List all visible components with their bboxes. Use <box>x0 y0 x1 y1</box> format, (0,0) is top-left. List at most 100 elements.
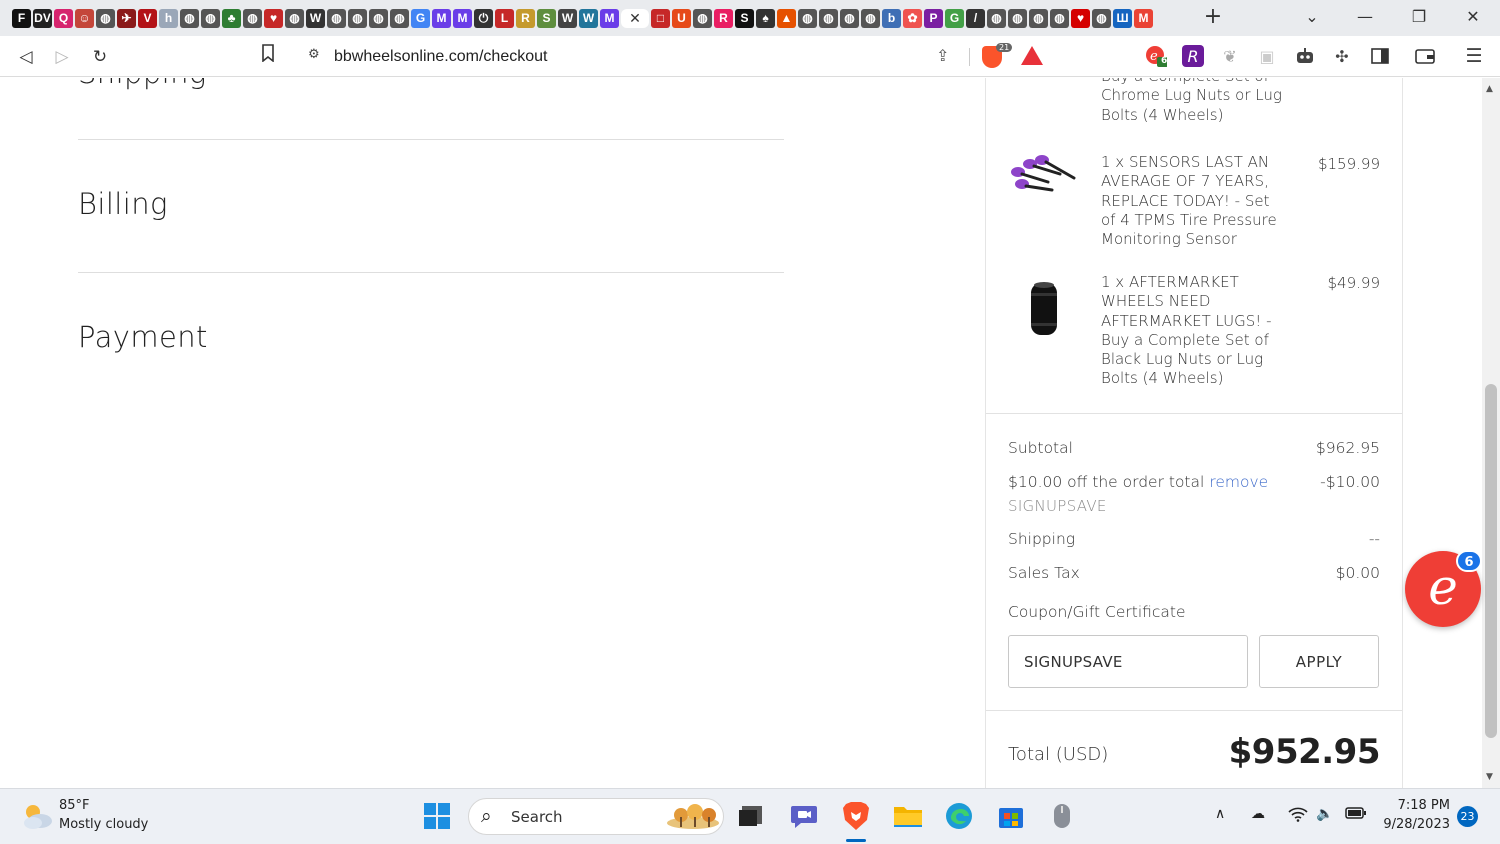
scroll-down-icon[interactable]: ▼ <box>1486 772 1493 782</box>
tab-favicon-icon[interactable]: DV <box>33 8 52 28</box>
tab-favicon-icon[interactable]: S <box>735 8 754 28</box>
tab-favicon-icon[interactable]: M <box>1134 8 1153 28</box>
tab-favicon-icon[interactable]: F <box>12 8 31 28</box>
menu-icon[interactable]: ☰ <box>1463 45 1485 67</box>
onedrive-icon[interactable]: ☁ <box>1251 806 1265 822</box>
minimize-icon[interactable]: — <box>1345 3 1385 31</box>
tab-favicon-icon[interactable]: □ <box>651 8 670 28</box>
tab-favicon-icon[interactable]: h <box>159 8 178 28</box>
tab-favicon-icon[interactable]: ◍ <box>819 8 838 28</box>
close-window-icon[interactable]: ✕ <box>1453 3 1493 31</box>
tab-favicon-icon[interactable]: b <box>882 8 901 28</box>
tab-favicon-icon[interactable]: ✈ <box>117 8 136 28</box>
tab-favicon-icon[interactable]: ◍ <box>369 8 388 28</box>
maximize-icon[interactable]: ❐ <box>1399 3 1439 31</box>
tab-favicon-icon[interactable]: ◍ <box>987 8 1006 28</box>
sidebar-toggle-icon[interactable] <box>1369 45 1391 67</box>
wifi-icon[interactable] <box>1288 806 1308 826</box>
extension-bird-icon[interactable]: ❦ <box>1219 45 1241 67</box>
notification-badge[interactable]: 23 <box>1457 806 1478 827</box>
back-icon[interactable]: ◁ <box>13 44 39 70</box>
brave-rewards-icon[interactable] <box>1021 46 1043 65</box>
microsoft-store-icon[interactable] <box>996 801 1026 831</box>
tab-favicon-icon[interactable]: Ш <box>1113 8 1132 28</box>
shipping-heading[interactable]: Shipping <box>78 78 207 90</box>
tab-favicon-icon[interactable]: Q <box>54 8 73 28</box>
tab-favicon-icon[interactable]: R <box>516 8 535 28</box>
close-tab-icon[interactable]: ✕ <box>621 8 649 28</box>
mouse-app-icon[interactable] <box>1047 801 1077 831</box>
tab-favicon-icon[interactable]: ◍ <box>840 8 859 28</box>
tab-favicon-icon[interactable]: P <box>924 8 943 28</box>
teams-chat-icon[interactable] <box>789 801 819 831</box>
tab-favicon-icon[interactable]: L <box>495 8 514 28</box>
share-icon[interactable]: ⇪ <box>936 46 949 65</box>
tab-favicon-icon[interactable]: ✿ <box>903 8 922 28</box>
edge-browser-icon[interactable] <box>944 801 974 831</box>
tab-favicon-icon[interactable]: S <box>537 8 556 28</box>
tab-favicon-icon[interactable]: M <box>432 8 451 28</box>
bookmark-icon[interactable] <box>255 44 281 70</box>
scroll-up-icon[interactable]: ▲ <box>1486 84 1493 94</box>
billing-heading[interactable]: Billing <box>78 187 168 221</box>
battery-icon[interactable] <box>1345 806 1367 824</box>
clock-date[interactable]: 9/28/2023 <box>1381 817 1450 832</box>
tab-favicon-icon[interactable]: ◍ <box>243 8 262 28</box>
scroll-thumb[interactable] <box>1485 384 1497 738</box>
tab-favicon-icon[interactable]: ◍ <box>201 8 220 28</box>
weather-temperature[interactable]: 85°F <box>59 798 90 813</box>
tab-favicon-icon[interactable]: ⏻ <box>474 8 493 28</box>
tab-favicon-icon[interactable]: U <box>672 8 691 28</box>
tab-favicon-icon[interactable]: ▲ <box>777 8 796 28</box>
tab-favicon-icon[interactable]: ◍ <box>96 8 115 28</box>
tab-favicon-icon[interactable]: ◍ <box>861 8 880 28</box>
page-scrollbar[interactable]: ▲ ▼ <box>1482 78 1500 788</box>
forward-icon[interactable]: ▷ <box>49 44 75 70</box>
remove-discount-link[interactable]: remove <box>1209 473 1268 491</box>
reload-icon[interactable]: ↻ <box>87 44 113 70</box>
tab-favicon-icon[interactable]: / <box>966 8 985 28</box>
extension-r-icon[interactable]: R <box>1182 45 1204 67</box>
apply-coupon-button[interactable]: APPLY <box>1259 635 1379 688</box>
extension-coupon-icon[interactable]: e 6 <box>1145 45 1167 67</box>
tab-favicon-icon[interactable]: V <box>138 8 157 28</box>
tab-favicon-icon[interactable]: G <box>945 8 964 28</box>
tab-search-icon[interactable]: ⌄ <box>1292 3 1332 31</box>
brave-browser-icon[interactable] <box>841 801 871 831</box>
tab-favicon-icon[interactable]: ◍ <box>693 8 712 28</box>
tab-favicon-icon[interactable]: G <box>411 8 430 28</box>
extension-robot-icon[interactable] <box>1294 45 1316 67</box>
coupon-input[interactable] <box>1008 635 1248 688</box>
wallet-icon[interactable] <box>1414 45 1436 67</box>
coupon-assistant-button[interactable]: e 6 <box>1405 550 1482 627</box>
tab-favicon-icon[interactable]: W <box>306 8 325 28</box>
address-bar[interactable]: ⚙ bbwheelsonline.com/checkout ⇪ 21 <box>296 40 1052 73</box>
tab-favicon-icon[interactable]: ♥ <box>1071 8 1090 28</box>
tab-favicon-icon[interactable]: M <box>600 8 619 28</box>
tab-favicon-icon[interactable]: ♥ <box>264 8 283 28</box>
new-tab-button[interactable]: + <box>1201 5 1225 29</box>
extensions-puzzle-icon[interactable]: ✣ <box>1331 45 1353 67</box>
tray-overflow-icon[interactable]: ∧ <box>1215 806 1225 822</box>
file-explorer-icon[interactable] <box>893 801 923 831</box>
tab-favicon-icon[interactable]: ◍ <box>1029 8 1048 28</box>
tab-favicon-icon[interactable]: W <box>579 8 598 28</box>
weather-description[interactable]: Mostly cloudy <box>59 817 148 832</box>
tab-favicon-icon[interactable]: ◍ <box>348 8 367 28</box>
site-info-icon[interactable]: ⚙ <box>308 47 320 62</box>
url-text[interactable]: bbwheelsonline.com/checkout <box>334 48 547 66</box>
payment-heading[interactable]: Payment <box>78 320 208 354</box>
tab-favicon-icon[interactable]: ◍ <box>798 8 817 28</box>
tab-favicon-icon[interactable]: ◍ <box>285 8 304 28</box>
tab-favicon-icon[interactable]: ◍ <box>1092 8 1111 28</box>
tab-favicon-icon[interactable]: R <box>714 8 733 28</box>
tab-favicon-icon[interactable]: ◍ <box>1008 8 1027 28</box>
start-icon[interactable] <box>422 801 452 831</box>
tab-favicon-icon[interactable]: ☺ <box>75 8 94 28</box>
clock-time[interactable]: 7:18 PM <box>1392 798 1450 813</box>
weather-cloud-icon[interactable] <box>20 801 54 831</box>
tab-favicon-icon[interactable]: M <box>453 8 472 28</box>
tab-favicon-icon[interactable]: ◍ <box>180 8 199 28</box>
tab-favicon-icon[interactable]: ♣ <box>222 8 241 28</box>
extension-grey-icon[interactable]: ▣ <box>1256 45 1278 67</box>
